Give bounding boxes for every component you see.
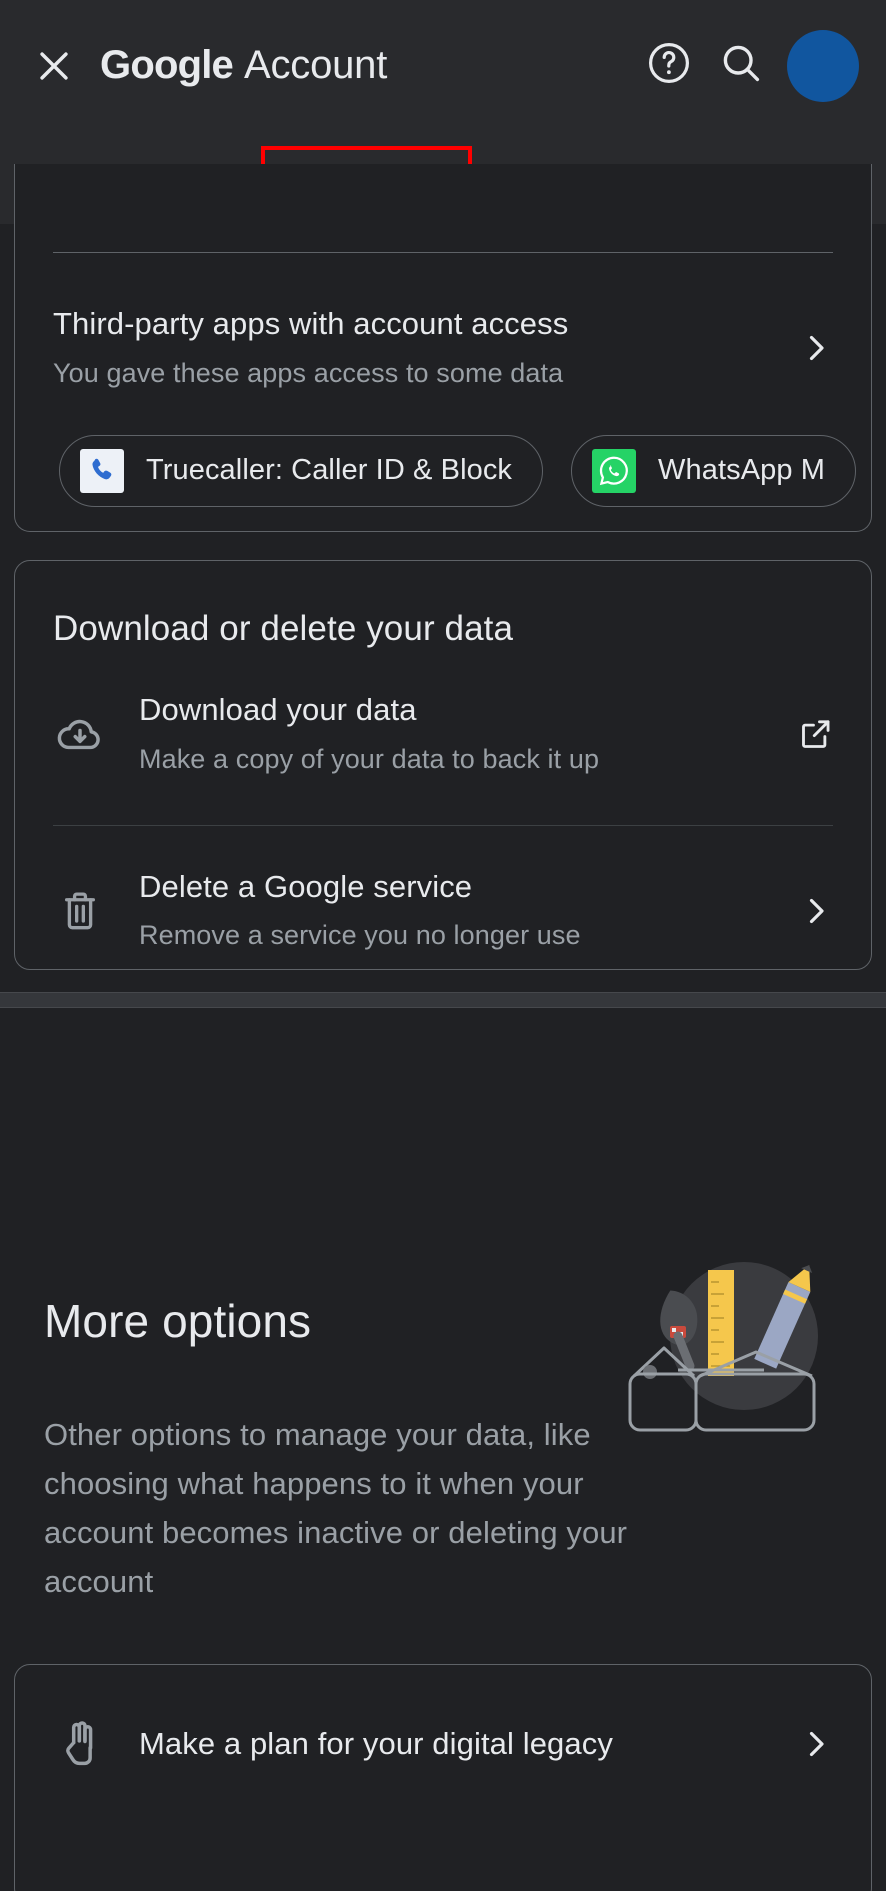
app-chip-label: WhatsApp M — [658, 454, 826, 487]
scroll-content[interactable]: Third-party apps with account access You… — [0, 164, 886, 1891]
page-title: Google Account — [100, 43, 387, 88]
delete-google-service-row[interactable]: Delete a Google service Remove a service… — [15, 868, 871, 954]
close-button[interactable] — [32, 44, 76, 88]
download-card-title: Download or delete your data — [53, 609, 514, 648]
digital-legacy-card: Make a plan for your digital legacy — [14, 1664, 872, 1891]
google-account-data-privacy-screen: Google Account Third-party apps with acc… — [0, 0, 886, 1891]
digital-legacy-title: Make a plan for your digital legacy — [139, 1725, 613, 1761]
app-chip-label: Truecaller: Caller ID & Block — [146, 454, 513, 487]
trash-icon — [53, 884, 107, 938]
card-top-divider — [53, 252, 833, 253]
hand-icon — [53, 1717, 107, 1771]
third-party-apps-texts: Third-party apps with account access You… — [53, 305, 779, 391]
third-party-apps-card: Third-party apps with account access You… — [14, 164, 872, 532]
app-bar: Google Account — [0, 0, 886, 131]
cloud-download-icon — [53, 707, 107, 761]
third-party-apps-row[interactable]: Third-party apps with account access You… — [15, 305, 871, 391]
delete-google-service-texts: Delete a Google service Remove a service… — [139, 868, 779, 954]
avatar[interactable] — [787, 29, 859, 102]
delete-google-service-title: Delete a Google service — [139, 868, 473, 904]
digital-legacy-row[interactable]: Make a plan for your digital legacy — [15, 1717, 871, 1771]
more-options-heading: More options — [44, 1295, 312, 1347]
download-card-row-divider — [53, 824, 833, 826]
third-party-apps-title: Third-party apps with account access — [53, 306, 569, 341]
help-button[interactable] — [635, 32, 703, 100]
delete-google-service-subtitle: Remove a service you no longer use — [139, 920, 581, 951]
download-your-data-texts: Download your data Make a copy of your d… — [139, 691, 779, 777]
download-your-data-title: Download your data — [139, 691, 417, 727]
app-chip-whatsapp[interactable]: WhatsApp M — [571, 434, 857, 507]
section-separator — [0, 992, 886, 1008]
chevron-right-icon[interactable] — [797, 892, 835, 930]
download-your-data-row[interactable]: Download your data Make a copy of your d… — [15, 691, 871, 777]
open-in-new-icon[interactable] — [797, 715, 835, 753]
brand-account: Account — [243, 43, 388, 87]
third-party-apps-subtitle: You gave these apps access to some data — [53, 357, 564, 388]
search-button[interactable] — [707, 32, 775, 100]
chevron-right-icon[interactable] — [797, 329, 835, 367]
download-or-delete-card: Download or delete your data Download yo… — [14, 560, 872, 970]
download-card-heading-row: Download or delete your data — [15, 607, 871, 651]
brand-google: Google — [100, 43, 234, 87]
close-icon — [32, 44, 76, 88]
truecaller-icon — [80, 448, 124, 493]
digital-legacy-texts: Make a plan for your digital legacy — [139, 1725, 779, 1764]
download-your-data-subtitle: Make a copy of your data to back it up — [139, 743, 600, 774]
connected-apps-chip-list[interactable]: Truecaller: Caller ID & Block WhatsApp M — [15, 434, 871, 507]
more-options-description: Other options to manage your data, like … — [44, 1417, 628, 1599]
app-bar-actions — [635, 29, 886, 102]
chevron-right-icon[interactable] — [797, 1725, 835, 1763]
download-card-heading-texts: Download or delete your data — [53, 607, 835, 651]
whatsapp-icon — [592, 448, 637, 493]
search-icon — [717, 39, 765, 92]
help-circle-icon — [645, 39, 693, 92]
app-chip-truecaller[interactable]: Truecaller: Caller ID & Block — [59, 434, 544, 507]
